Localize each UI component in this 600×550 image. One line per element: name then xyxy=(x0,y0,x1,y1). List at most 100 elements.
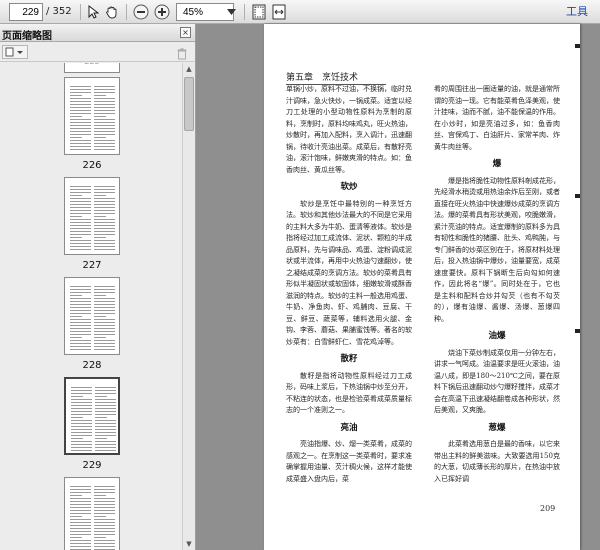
thumbnail-text-line xyxy=(94,507,115,508)
thumbnail-text-line xyxy=(71,393,92,394)
thumbnail-text-line xyxy=(94,310,115,311)
thumbnail-text-line xyxy=(94,210,115,211)
thumbnail-text-line xyxy=(70,249,91,250)
zoom-dropdown-icon[interactable] xyxy=(222,3,240,21)
edge-mark xyxy=(575,194,580,198)
page-thumbnail[interactable] xyxy=(64,477,120,550)
thumbnail-text-line xyxy=(94,113,115,114)
thumbnail-text-line xyxy=(70,125,91,126)
hand-tool-icon[interactable] xyxy=(103,3,121,21)
thumbnail-text-line xyxy=(94,322,115,323)
thumbnail-text-line xyxy=(70,537,82,538)
paragraph: 软炒是烹饪中最特别的一种烹饪方法。软炒和其他炒法最大的不同是它采用的主料大多为牛… xyxy=(286,199,412,346)
thumbnail-text-line xyxy=(70,504,91,505)
fit-page-icon[interactable] xyxy=(250,3,268,21)
thumbnail-text-line xyxy=(70,498,91,499)
page-number: 209 xyxy=(540,504,556,513)
thumbnail-list[interactable]: 225 226 227 228 229 xyxy=(0,63,182,550)
thumbnail-text-line xyxy=(94,246,115,247)
thumbnail-text-line xyxy=(70,528,91,529)
fit-width-icon[interactable] xyxy=(270,3,288,21)
thumbnail-text-line xyxy=(94,292,115,293)
thumbnail-text-line xyxy=(94,486,115,487)
thumbnail-text-line xyxy=(70,198,91,199)
thumbnail-label: 229 xyxy=(82,460,102,471)
thumbnail-text-line xyxy=(94,519,115,520)
paragraph: 爆是指将脆性动物性原料剞成花形，先经滑水稍烫或用热油余炸后至刚，或者直接在旺火热… xyxy=(434,176,560,323)
scroll-up-icon[interactable]: ▲ xyxy=(184,64,194,74)
page-thumbnail-current[interactable] xyxy=(64,377,120,455)
thumbnail-text-line xyxy=(94,492,115,493)
thumbnail-text-line xyxy=(94,128,115,129)
thumbnail-text-line xyxy=(95,402,116,403)
thumbnail-text-line xyxy=(95,396,107,397)
thumbnail-text-line xyxy=(70,222,91,223)
thumbnail-text-line xyxy=(70,331,91,332)
thumbnail-text-line xyxy=(94,104,115,105)
thumbnail-text-line xyxy=(70,507,91,508)
thumbnail-text-line xyxy=(70,346,91,347)
thumbnail-text-line xyxy=(94,101,115,102)
thumbnail-text-line xyxy=(94,240,115,241)
thumbnail-text-line xyxy=(71,450,92,451)
section-heading: 爆 xyxy=(492,159,502,169)
thumbnail-panel: 页面缩略图 × 225 226 227 228 229 ▲ ▼ xyxy=(0,24,196,550)
thumbnail-text-line xyxy=(94,86,115,87)
thumbnail-text-line xyxy=(70,98,91,99)
thumbnail-text-line xyxy=(70,298,91,299)
thumbnail-text-line xyxy=(71,399,92,400)
thumbnail-text-line xyxy=(95,405,116,406)
thumbnail-text-line xyxy=(94,328,115,329)
thumbnail-text-line xyxy=(95,411,116,412)
thumbnail-text-line xyxy=(94,304,115,305)
thumbnail-text-line xyxy=(94,234,115,235)
thumbnail-text-line xyxy=(71,423,92,424)
page-number-input[interactable] xyxy=(9,3,43,21)
thumbnail-text-line xyxy=(70,304,91,305)
thumbnail-text-line xyxy=(94,119,115,120)
thumbnail-text-line xyxy=(70,313,91,314)
thumbnail-text-line xyxy=(70,525,91,526)
zoom-in-icon[interactable] xyxy=(153,3,171,21)
left-text-column: 单锅小炒，原料不过油，不换锅，临时兑汁调味，急火快炒，一锅成菜。适宜以经刀工处理… xyxy=(286,84,412,485)
thumbnail-text-line xyxy=(94,198,115,199)
page-thumbnail[interactable] xyxy=(64,177,120,255)
thumbnail-text-line xyxy=(94,140,115,141)
scrollbar-thumb[interactable] xyxy=(184,77,194,131)
zoom-out-icon[interactable] xyxy=(132,3,150,21)
page-thumbnail[interactable] xyxy=(64,277,120,355)
page-thumbnail[interactable] xyxy=(64,77,120,155)
thumbnail-text-line xyxy=(71,420,92,421)
thumbnail-text-line xyxy=(94,316,106,317)
section-heading: 软炒 xyxy=(340,182,358,192)
thumbnail-text-line xyxy=(71,402,92,403)
thumbnail-label: 228 xyxy=(82,360,102,371)
thumbnail-text-line xyxy=(94,528,115,529)
tools-menu-button[interactable]: 工具 xyxy=(566,3,588,21)
thumbnail-options-button[interactable] xyxy=(2,45,28,59)
thumbnail-text-line xyxy=(70,489,91,490)
thumbnail-scrollbar[interactable]: ▲ ▼ xyxy=(182,63,195,550)
thumbnail-text-line xyxy=(70,243,91,244)
panel-header: 页面缩略图 × xyxy=(0,24,195,42)
thumbnail-text-line xyxy=(94,510,115,511)
select-cursor-icon[interactable] xyxy=(84,3,102,21)
thumbnail-text-line xyxy=(94,340,115,341)
thumbnail-text-line xyxy=(70,510,91,511)
thumbnail-text-line xyxy=(94,89,115,90)
close-icon[interactable]: × xyxy=(180,27,191,38)
chapter-header: 第五章 烹饪技术 xyxy=(286,70,386,85)
paragraph: 此菜肴选用葱白是最的香味，以它来带出主料的鲜美滋味。大致要选用150克的大葱，切… xyxy=(434,440,560,483)
thumbnail-text-line xyxy=(70,110,91,111)
scroll-down-icon[interactable]: ▼ xyxy=(184,539,194,549)
thumbnail-text-line xyxy=(70,328,91,329)
trash-icon[interactable] xyxy=(177,45,187,64)
thumbnail-text-line xyxy=(70,119,91,120)
thumbnail-text-line xyxy=(70,519,91,520)
thumbnail-text-line xyxy=(70,225,91,226)
thumbnail-text-line xyxy=(94,225,115,226)
thumbnail-text-line xyxy=(94,331,115,332)
thumbnail-text-line xyxy=(70,292,91,293)
thumbnail-text-line xyxy=(70,89,91,90)
section-heading: 葱爆 xyxy=(488,422,506,433)
